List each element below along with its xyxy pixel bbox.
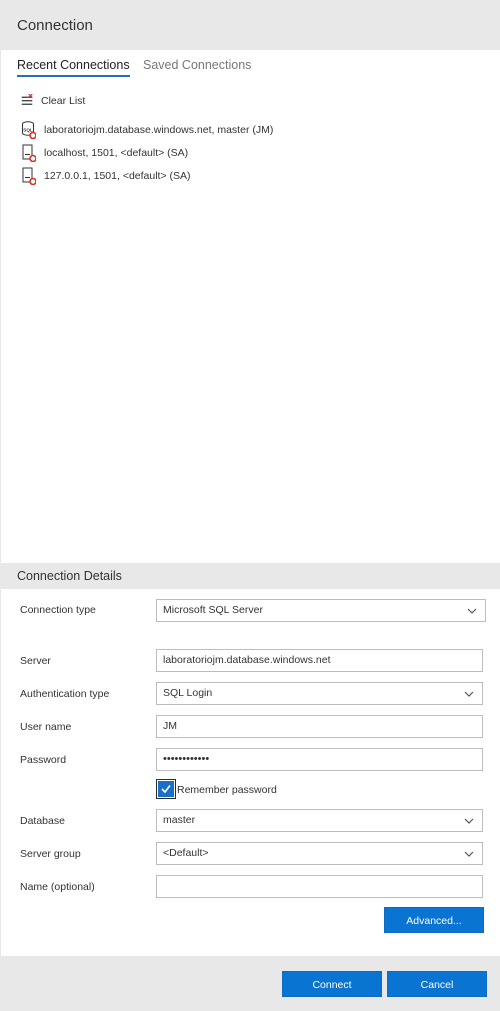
authentication-type-select[interactable]: SQL Login [156, 682, 483, 705]
authentication-type-value: SQL Login [163, 687, 213, 699]
checkmark-icon [161, 785, 171, 794]
connection-details-title: Connection Details [17, 569, 122, 583]
password-label: Password [20, 754, 67, 766]
cancel-button[interactable]: Cancel [387, 971, 487, 997]
tab-recent-connections[interactable]: Recent Connections [17, 58, 130, 77]
database-value: master [163, 814, 196, 826]
password-value: •••••••••••• [163, 753, 210, 765]
connection-dialog: Connection Recent Connections Saved Conn… [0, 0, 500, 1011]
recent-connection-label: localhost, 1501, <default> (SA) [44, 146, 189, 159]
clear-list-label: Clear List [41, 95, 86, 107]
remember-password-label: Remember password [177, 784, 277, 796]
recent-connection-label: 127.0.0.1, 1501, <default> (SA) [44, 169, 191, 182]
recent-connections-list: SQL laboratoriojm.database.windows.net, … [22, 118, 492, 187]
chevron-down-icon [464, 691, 474, 697]
server-group-select[interactable]: <Default> [156, 842, 483, 865]
tab-saved-connections[interactable]: Saved Connections [143, 58, 251, 72]
password-input[interactable]: •••••••••••• [156, 748, 483, 771]
name-input[interactable] [156, 875, 483, 898]
dialog-title: Connection [17, 17, 93, 34]
user-name-input[interactable]: JM [156, 715, 483, 738]
server-input[interactable]: laboratoriojm.database.windows.net [156, 649, 483, 672]
connection-type-label: Connection type [20, 604, 96, 616]
recent-connection-item[interactable]: SQL laboratoriojm.database.windows.net, … [22, 118, 492, 141]
chevron-down-icon [464, 851, 474, 857]
server-value: laboratoriojm.database.windows.net [163, 654, 331, 666]
name-optional-label: Name (optional) [20, 881, 95, 893]
recent-connection-label: laboratoriojm.database.windows.net, mast… [44, 123, 274, 136]
chevron-down-icon [467, 608, 477, 614]
user-name-label: User name [20, 721, 72, 733]
dialog-header: Connection [1, 0, 500, 50]
connect-button[interactable]: Connect [282, 971, 382, 997]
server-group-label: Server group [20, 848, 81, 860]
svg-text:SQL: SQL [23, 127, 33, 132]
connection-type-value: Microsoft SQL Server [163, 604, 263, 616]
remember-password-checkbox[interactable] [156, 779, 176, 799]
clear-list-icon [21, 94, 33, 105]
server-icon [22, 167, 36, 185]
server-group-value: <Default> [163, 847, 209, 859]
dialog-footer: Connect Cancel [1, 956, 500, 1011]
sql-database-icon: SQL [22, 120, 36, 139]
user-name-value: JM [163, 720, 177, 732]
clear-list-button[interactable]: Clear List [20, 93, 85, 109]
database-label: Database [20, 815, 65, 827]
recent-connection-item[interactable]: localhost, 1501, <default> (SA) [22, 141, 492, 164]
chevron-down-icon [464, 818, 474, 824]
authentication-type-label: Authentication type [20, 688, 110, 700]
server-label: Server [20, 655, 51, 667]
database-select[interactable]: master [156, 809, 483, 832]
recent-connection-item[interactable]: 127.0.0.1, 1501, <default> (SA) [22, 164, 492, 187]
connection-type-select[interactable]: Microsoft SQL Server [156, 599, 486, 622]
server-icon [22, 144, 36, 162]
connection-details-header: Connection Details [1, 563, 500, 589]
advanced-button[interactable]: Advanced... [384, 907, 484, 933]
